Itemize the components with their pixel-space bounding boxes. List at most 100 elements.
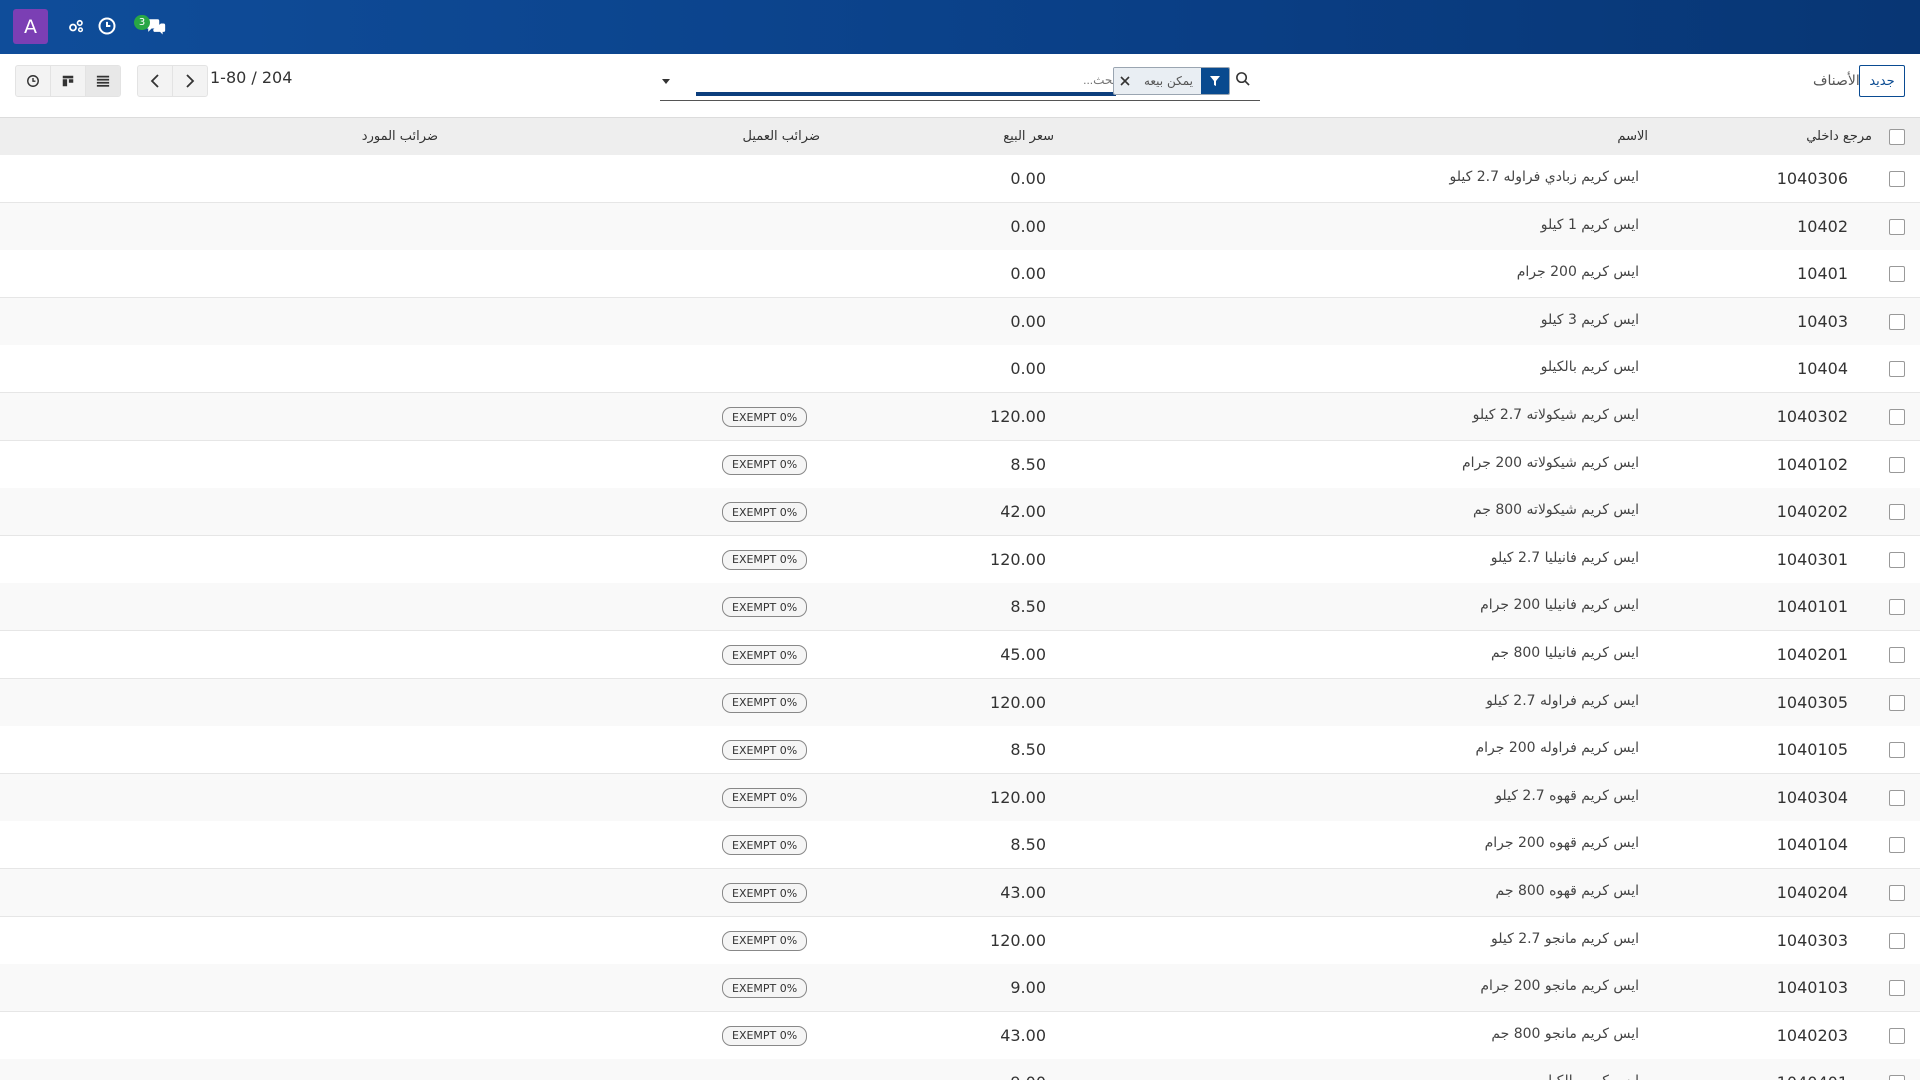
facet-remove-icon[interactable]: [1113, 68, 1136, 94]
cell-name: ايس كريم فراوله 2.7 كيلو: [1486, 692, 1639, 709]
cell-price: 45.00: [1000, 645, 1046, 664]
cell-name: ايس كريم 200 جرام: [1516, 264, 1639, 281]
table-row[interactable]: 1040204 ايس كريم قهوه 800 جم 43.00 EXEMPT 0…: [0, 869, 1920, 917]
cell-price: 120.00: [990, 549, 1046, 569]
row-checkbox[interactable]: [1889, 456, 1905, 473]
table-row[interactable]: 1040302 ايس كريم شيكولاته 2.7 كيلو 120.00 E…: [0, 393, 1920, 441]
row-checkbox[interactable]: [1889, 932, 1905, 949]
column-header-vendor-taxes[interactable]: ضرائب المورد: [362, 129, 438, 144]
tax-badge: EXEMPT 0%: [722, 787, 808, 808]
products-list: مرجع داخلي الاسم سعر البيع ضرائب العميل …: [0, 117, 1920, 1080]
cell-name: ايس كريم قهوه 200 جرام: [1484, 835, 1639, 852]
table-row[interactable]: 1040304 ايس كريم قهوه 2.7 كيلو 120.00 EXEMP…: [0, 773, 1920, 822]
tax-badge: EXEMPT 0%: [722, 502, 808, 523]
pager-next-button[interactable]: [173, 66, 207, 96]
tax-badge: EXEMPT 0%: [722, 930, 808, 951]
cell-price: 43.00: [1000, 883, 1046, 902]
cell-name: ايس كريم شيكولاته 800 جم: [1472, 502, 1639, 519]
table-row[interactable]: 10403 ايس كريم 3 كيلو 0.00: [0, 297, 1920, 346]
cell-price: 120.00: [990, 692, 1046, 712]
chevron-right-icon: [186, 74, 195, 88]
table-row[interactable]: 1040201 ايس كريم فانيليا 800 جم 45.00 EXEMP…: [0, 631, 1920, 679]
clock-icon: [27, 75, 39, 87]
row-checkbox[interactable]: [1889, 218, 1905, 235]
pager-value[interactable]: 1-80 / 204: [210, 68, 292, 87]
tax-badge: EXEMPT 0%: [722, 597, 808, 618]
row-checkbox[interactable]: [1889, 504, 1905, 521]
row-checkbox[interactable]: [1889, 742, 1905, 759]
column-header-ref[interactable]: مرجع داخلي: [1806, 129, 1872, 144]
new-button[interactable]: جديد: [1859, 65, 1905, 97]
cell-name: ايس كريم قهوه 800 جم: [1495, 883, 1639, 899]
cell-name: ايس كريم بالكيلو: [1540, 359, 1639, 376]
table-row[interactable]: 10404 ايس كريم بالكيلو 0.00: [0, 345, 1920, 394]
search-icon[interactable]: [1235, 71, 1250, 90]
table-row[interactable]: 10402 ايس كريم 1 كيلو 0.00: [0, 202, 1920, 251]
row-checkbox[interactable]: [1889, 1075, 1905, 1080]
table-row[interactable]: 1040103 ايس كريم مانجو 200 جرام 9.00 EXEMPT…: [0, 964, 1920, 1013]
column-header-name[interactable]: الاسم: [1617, 129, 1648, 144]
table-row[interactable]: 1040202 ايس كريم شيكولاته 800 جم 42.00 EXEM…: [0, 488, 1920, 537]
cell-price: 9.00: [1010, 1073, 1046, 1080]
breadcrumb: الأصناف: [1813, 73, 1860, 89]
search-input[interactable]: [696, 67, 1118, 93]
row-checkbox[interactable]: [1889, 885, 1905, 901]
table-header: مرجع داخلي الاسم سعر البيع ضرائب العميل …: [0, 117, 1920, 156]
cell-price: 42.00: [1000, 502, 1046, 522]
cell-ref: 1040104: [1776, 835, 1848, 855]
row-checkbox[interactable]: [1889, 980, 1905, 997]
kanban-icon: [62, 75, 74, 87]
table-row[interactable]: 1040102 ايس كريم شيكولاته 200 جرام 8.50 EXE…: [0, 440, 1920, 489]
tax-badge: EXEMPT 0%: [722, 549, 808, 570]
row-checkbox[interactable]: [1889, 647, 1905, 663]
cell-name: ايس كريم بالكيلو: [1541, 1073, 1639, 1080]
clock-icon[interactable]: [94, 13, 120, 39]
activity-view-button[interactable]: [16, 66, 51, 96]
column-header-price[interactable]: سعر البيع: [1003, 129, 1054, 144]
table-row[interactable]: 1040306 ايس كريم زبادي فراوله 2.7 كيلو 0.0…: [0, 155, 1920, 203]
kanban-view-button[interactable]: [51, 66, 86, 96]
row-checkbox[interactable]: [1889, 694, 1905, 711]
select-all-checkbox[interactable]: [1889, 129, 1905, 145]
row-checkbox[interactable]: [1889, 266, 1905, 283]
row-checkbox[interactable]: [1889, 409, 1905, 425]
cell-price: 8.50: [1010, 597, 1046, 617]
list-view-button[interactable]: [86, 66, 120, 96]
table-row[interactable]: 1040203 ايس كريم مانجو 800 جم 43.00 EXEMPT …: [0, 1011, 1920, 1060]
user-avatar[interactable]: A: [13, 9, 48, 44]
cell-price: 120.00: [990, 930, 1046, 950]
row-checkbox[interactable]: [1889, 551, 1905, 568]
cell-ref: 1040306: [1776, 169, 1848, 188]
column-header-customer-taxes[interactable]: ضرائب العميل: [743, 129, 820, 144]
cell-price: 120.00: [990, 787, 1046, 807]
row-checkbox[interactable]: [1889, 313, 1905, 330]
row-checkbox[interactable]: [1889, 361, 1905, 378]
table-row[interactable]: 1040301 ايس كريم فانيليا 2.7 كيلو 120.00 EX…: [0, 535, 1920, 584]
search-options-caret-icon[interactable]: [660, 72, 672, 91]
cell-name: ايس كريم شيكولاته 200 جرام: [1461, 454, 1639, 471]
cell-ref: 1040203: [1776, 1025, 1848, 1045]
cell-name: ايس كريم فانيليا 2.7 كيلو: [1490, 549, 1639, 566]
tax-badge: EXEMPT 0%: [722, 692, 808, 713]
table-row[interactable]: 10401 ايس كريم 200 جرام 0.00: [0, 250, 1920, 299]
cell-ref: 10404: [1797, 359, 1848, 379]
table-row[interactable]: 1040105 ايس كريم فراوله 200 جرام 8.50 EXEMP…: [0, 726, 1920, 775]
row-checkbox[interactable]: [1889, 837, 1905, 854]
row-checkbox[interactable]: [1889, 1027, 1905, 1044]
table-row[interactable]: 1040104 ايس كريم قهوه 200 جرام 8.50 EXEMPT …: [0, 821, 1920, 870]
pager-previous-button[interactable]: [138, 66, 173, 96]
cell-price: 9.00: [1010, 978, 1046, 998]
table-row[interactable]: 1040303 ايس كريم مانجو 2.7 كيلو 120.00 EXEM…: [0, 916, 1920, 965]
cell-ref: 1040302: [1776, 407, 1848, 426]
cell-name: ايس كريم مانجو 2.7 كيلو: [1490, 930, 1639, 947]
tax-badge: EXEMPT 0%: [722, 835, 808, 856]
table-row[interactable]: 1040401 ايس كريم بالكيلو 9.00: [0, 1059, 1920, 1080]
table-row[interactable]: 1040305 ايس كريم فراوله 2.7 كيلو 120.00 EXE…: [0, 678, 1920, 727]
cell-name: ايس كريم قهوه 2.7 كيلو: [1495, 787, 1639, 804]
row-checkbox[interactable]: [1889, 599, 1905, 616]
settings-icon[interactable]: [63, 13, 89, 39]
table-row[interactable]: 1040101 ايس كريم فانيليا 200 جرام 8.50 EXEM…: [0, 583, 1920, 632]
chat-badge: 3: [134, 15, 150, 30]
row-checkbox[interactable]: [1889, 171, 1905, 187]
row-checkbox[interactable]: [1889, 789, 1905, 806]
